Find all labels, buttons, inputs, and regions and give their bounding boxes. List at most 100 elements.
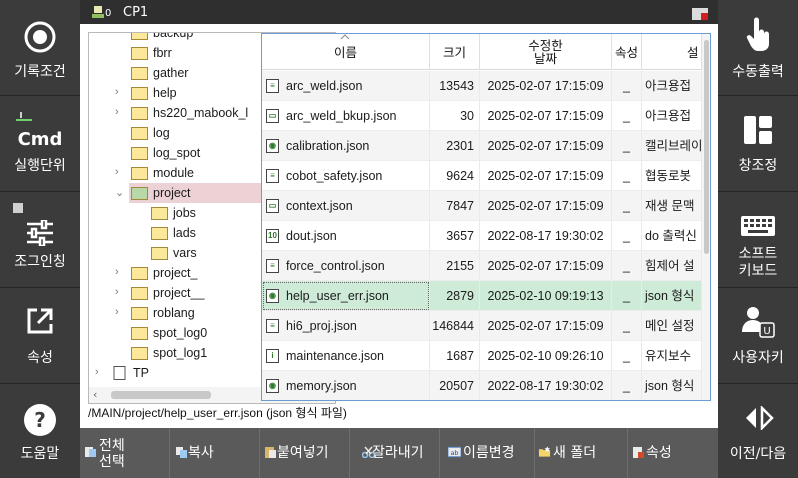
file-size: 146844 xyxy=(430,311,480,341)
bottom-toolbar: 전체 선택 복사 붙여넣기 잘라내기 ab 이름변경 새 폴더 속성 xyxy=(80,428,718,478)
file-list: 이름 크기 수정한 날짜 속성 설 ≡ arc_weld.json 13543 202… xyxy=(261,33,711,401)
select-all-button[interactable]: 전체 선택 xyxy=(80,428,170,478)
file-date: 2025-02-07 17:15:09 xyxy=(480,71,612,101)
manual-output-button[interactable]: 수동출력 xyxy=(718,0,798,96)
col-header-size[interactable]: 크기 xyxy=(430,34,480,70)
copy-button[interactable]: 복사 xyxy=(170,428,260,478)
properties-button[interactable]: 속성 xyxy=(628,428,718,478)
jog-inching-button[interactable]: 조그인칭 xyxy=(0,192,80,288)
rename-label: 이름변경 xyxy=(463,445,515,461)
soft-keyboard-label: 소프트 키보드 xyxy=(738,246,778,279)
user-key-icon: U xyxy=(742,307,775,338)
file-name-cell: ▭ context.json xyxy=(262,191,430,221)
paste-label: 붙여넣기 xyxy=(277,445,329,461)
folder-icon xyxy=(131,107,148,120)
file-name-cell: ◉ memory.json xyxy=(262,371,430,400)
file-row[interactable]: ≡ arc_weld.json 13543 2025-02-07 17:15:09 _ 아… xyxy=(262,71,702,101)
svg-text:ab: ab xyxy=(450,449,458,457)
execution-unit-button[interactable]: Cmd 실행단위 xyxy=(0,96,80,192)
file-attr: _ xyxy=(612,311,642,341)
tree-item-label: gather xyxy=(153,66,189,80)
file-type-icon: 10 xyxy=(266,229,279,243)
tree-item-label: project_ xyxy=(153,266,198,280)
properties-side-label: 속성 xyxy=(27,350,53,366)
file-name: context.json xyxy=(286,199,353,213)
col-header-desc[interactable]: 설 xyxy=(642,34,702,70)
file-name: hi6_proj.json xyxy=(286,319,357,333)
file-desc: 메인 설정 xyxy=(642,311,702,341)
collapse-arrow-icon[interactable]: ⌄ xyxy=(115,186,124,199)
prev-next-label: 이전/다음 xyxy=(729,446,787,462)
help-button[interactable]: ? 도움말 xyxy=(0,384,80,478)
folder-icon xyxy=(151,227,168,240)
file-row[interactable]: 10 dout.json 3657 2022-08-17 19:30:02 _ do 출력… xyxy=(262,221,702,251)
file-list-header: 이름 크기 수정한 날짜 속성 설 xyxy=(262,34,702,70)
folder-icon xyxy=(151,247,168,260)
file-size: 2155 xyxy=(430,251,480,281)
file-row[interactable]: ◉ calibration.json 2301 2025-02-07 17:15:09… xyxy=(262,131,702,161)
file-type-icon: ≡ xyxy=(266,169,279,183)
file-row[interactable]: i maintenance.json 1687 2025-02-10 09:26:10… xyxy=(262,341,702,371)
paste-button[interactable]: 붙여넣기 xyxy=(260,428,350,478)
file-list-scrollbar[interactable] xyxy=(702,34,710,400)
expand-arrow-icon[interactable]: › xyxy=(115,266,119,278)
col-header-date[interactable]: 수정한 날짜 xyxy=(480,34,612,70)
file-date: 2022-08-17 19:30:02 xyxy=(480,371,612,400)
col-header-attr[interactable]: 속성 xyxy=(612,34,642,70)
file-attr: _ xyxy=(612,251,642,281)
file-row[interactable]: ▭ context.json 7847 2025-02-07 17:15:09 _ 재생 … xyxy=(262,191,702,221)
file-row[interactable]: ≡ force_control.json 2155 2025-02-07 17:15:… xyxy=(262,251,702,281)
rename-button[interactable]: ab 이름변경 xyxy=(440,428,535,478)
properties-side-button[interactable]: 속성 xyxy=(0,288,80,384)
properties-label: 속성 xyxy=(646,445,672,461)
file-name: calibration.json xyxy=(286,139,370,153)
file-list-scroll-thumb[interactable] xyxy=(704,40,709,254)
file-date: 2025-02-07 17:15:09 xyxy=(480,131,612,161)
folder-icon xyxy=(131,147,148,160)
file-size: 1687 xyxy=(430,341,480,371)
soft-keyboard-button[interactable]: 소프트 키보드 xyxy=(718,192,798,288)
file-date: 2022-08-17 19:30:02 xyxy=(480,221,612,251)
scroll-left-icon[interactable]: ‹ xyxy=(93,388,97,401)
jog-inching-label: 조그인칭 xyxy=(14,254,66,270)
expand-arrow-icon[interactable]: › xyxy=(115,286,119,298)
tree-item-label: vars xyxy=(173,246,197,260)
file-name-cell: ≡ force_control.json xyxy=(262,251,430,281)
file-row[interactable]: ◉ help_user_err.json 2879 2025-02-10 09:19:… xyxy=(262,281,702,311)
folder-icon xyxy=(131,127,148,140)
tree-item-label: project__ xyxy=(153,286,205,300)
file-desc: json 형식 xyxy=(642,371,702,400)
window-adjust-button[interactable]: 창조정 xyxy=(718,96,798,192)
file-type-icon: ≡ xyxy=(266,259,279,273)
col-header-name[interactable]: 이름 xyxy=(262,34,430,70)
file-size: 2301 xyxy=(430,131,480,161)
file-row[interactable]: ▭ arc_weld_bkup.json 30 2025-02-07 17:15:09… xyxy=(262,101,702,131)
folder-icon xyxy=(131,327,148,340)
new-folder-button[interactable]: 새 폴더 xyxy=(535,428,628,478)
expand-arrow-icon[interactable]: › xyxy=(115,106,119,118)
file-type-icon: ≡ xyxy=(266,79,279,93)
expand-arrow-icon[interactable]: › xyxy=(115,166,119,178)
file-row[interactable]: ≡ cobot_safety.json 9624 2025-02-07 17:15:0… xyxy=(262,161,702,191)
tree-item-label: log_spot xyxy=(153,146,201,160)
prev-next-button[interactable]: 이전/다음 xyxy=(718,384,798,478)
properties-icon xyxy=(633,447,644,458)
tree-horizontal-scroll-thumb[interactable] xyxy=(111,391,211,399)
expand-arrow-icon[interactable]: › xyxy=(115,306,119,318)
user-key-button[interactable]: U 사용자키 xyxy=(718,288,798,384)
file-name-cell: i maintenance.json xyxy=(262,341,430,371)
svg-text:?: ? xyxy=(34,408,46,432)
file-name-cell: ≡ hi6_proj.json xyxy=(262,311,430,341)
cut-button[interactable]: 잘라내기 xyxy=(350,428,440,478)
expand-arrow-icon[interactable]: › xyxy=(115,86,119,98)
folder-icon xyxy=(131,87,148,100)
file-name-cell: ≡ arc_weld.json xyxy=(262,71,430,101)
tree-item-label: lads xyxy=(173,226,196,240)
file-size: 20507 xyxy=(430,371,480,400)
tree-item[interactable]: ⌄ project xyxy=(115,183,279,203)
expand-arrow-icon[interactable]: › xyxy=(95,366,99,378)
file-name-cell: ≡ cobot_safety.json xyxy=(262,161,430,191)
record-condition-button[interactable]: 기록조건 xyxy=(0,0,80,96)
file-row[interactable]: ≡ hi6_proj.json 146844 2025-02-07 17:15:09 _… xyxy=(262,311,702,341)
file-row[interactable]: ◉ memory.json 20507 2022-08-17 19:30:02 _ jso… xyxy=(262,371,702,400)
